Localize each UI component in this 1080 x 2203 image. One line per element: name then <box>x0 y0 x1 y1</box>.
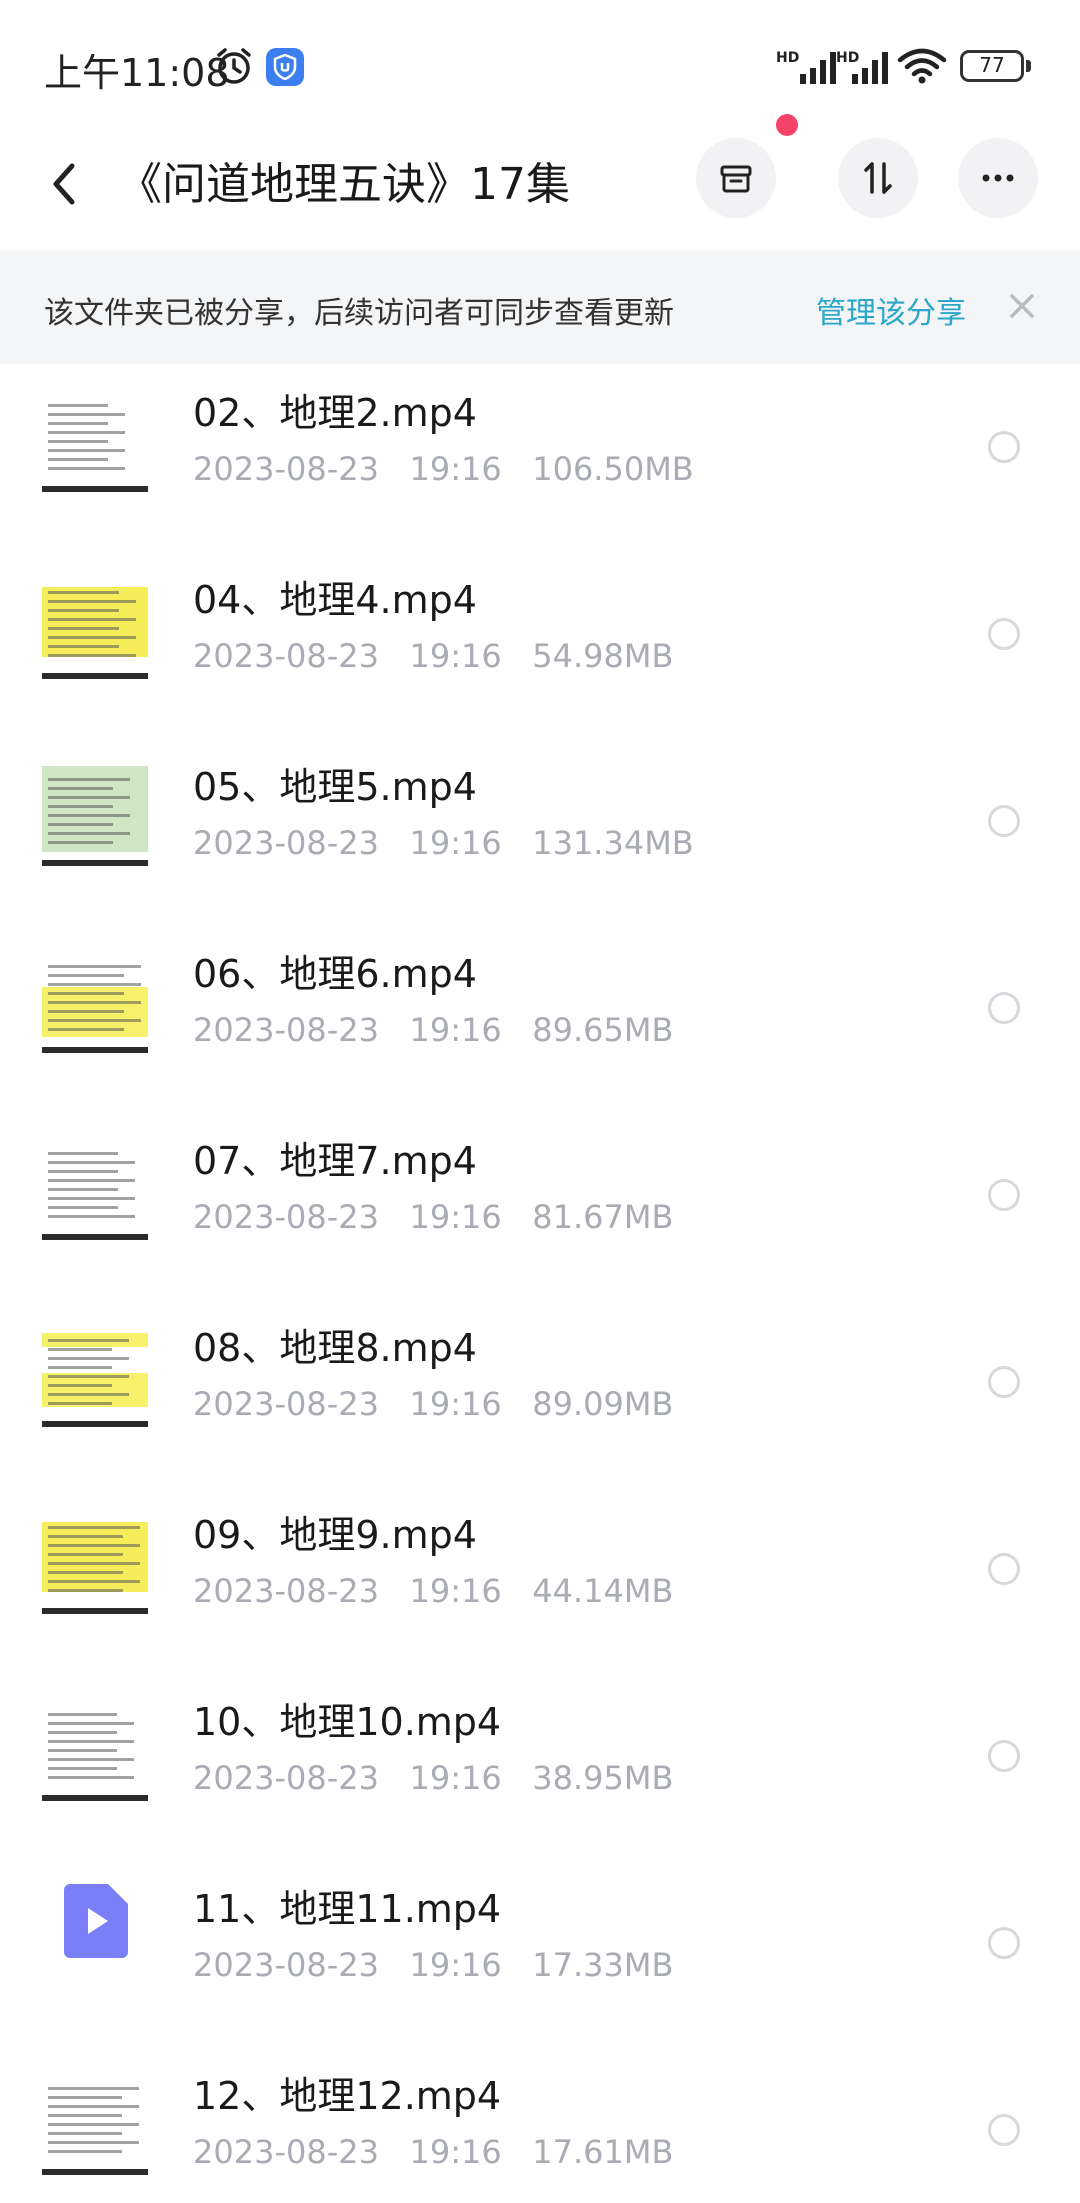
file-name: 10、地理10.mp4 <box>193 1700 502 1744</box>
more-options-button[interactable] <box>958 138 1038 218</box>
file-row[interactable]: 08、地理8.mp4 2023-08-23 19:16 89.09MB <box>0 1299 1080 1486</box>
sort-arrows-icon <box>864 162 892 194</box>
video-thumbnail <box>42 1321 148 1427</box>
wifi-icon <box>897 48 947 84</box>
video-file-icon <box>64 1884 128 1958</box>
file-row[interactable]: 02、地理2.mp4 2023-08-23 19:16 106.50MB <box>0 364 1080 551</box>
signal-strength-icon <box>800 52 836 84</box>
file-meta: 2023-08-23 19:16 17.33MB <box>193 1946 674 1984</box>
share-notice-text: 该文件夹已被分享，后续访问者可同步查看更新 <box>44 296 674 331</box>
manage-share-link[interactable]: 管理该分享 <box>816 288 966 332</box>
file-row[interactable]: 04、地理4.mp4 2023-08-23 19:16 54.98MB <box>0 551 1080 738</box>
select-checkbox[interactable] <box>988 1740 1020 1772</box>
file-meta: 2023-08-23 19:16 89.65MB <box>193 1011 674 1049</box>
file-name: 06、地理6.mp4 <box>193 952 477 996</box>
battery-level: 77 <box>979 53 1005 77</box>
file-row[interactable]: 10、地理10.mp4 2023-08-23 19:16 38.95MB <box>0 1673 1080 1860</box>
file-name: 07、地理7.mp4 <box>193 1139 477 1183</box>
file-row[interactable]: 05、地理5.mp4 2023-08-23 19:16 131.34MB <box>0 738 1080 925</box>
video-thumbnail <box>42 1508 148 1614</box>
file-meta: 2023-08-23 19:16 81.67MB <box>193 1198 674 1236</box>
file-name: 08、地理8.mp4 <box>193 1326 477 1370</box>
video-thumbnail <box>42 1134 148 1240</box>
select-checkbox[interactable] <box>988 1179 1020 1211</box>
signal-strength-icon-2 <box>852 52 888 84</box>
file-meta: 2023-08-23 19:16 44.14MB <box>193 1572 674 1610</box>
file-meta: 2023-08-23 19:16 131.34MB <box>193 824 694 862</box>
video-thumbnail <box>42 1695 148 1801</box>
file-meta: 2023-08-23 19:16 89.09MB <box>193 1385 674 1423</box>
file-row[interactable]: 07、地理7.mp4 2023-08-23 19:16 81.67MB <box>0 1112 1080 1299</box>
top-app-bar: 《问道地理五诀》17集 <box>0 130 1080 250</box>
file-row[interactable]: 06、地理6.mp4 2023-08-23 19:16 89.65MB <box>0 925 1080 1112</box>
select-checkbox[interactable] <box>988 1927 1020 1959</box>
file-name: 09、地理9.mp4 <box>193 1513 477 1557</box>
file-row[interactable]: 09、地理9.mp4 2023-08-23 19:16 44.14MB <box>0 1486 1080 1673</box>
file-row[interactable]: 11、地理11.mp4 2023-08-23 19:16 17.33MB <box>0 1860 1080 2047</box>
notification-dot <box>776 114 798 136</box>
file-meta: 2023-08-23 19:16 54.98MB <box>193 637 674 675</box>
archive-button[interactable] <box>696 138 776 218</box>
video-thumbnail <box>42 2069 148 2175</box>
file-name: 05、地理5.mp4 <box>193 765 477 809</box>
file-name: 02、地理2.mp4 <box>193 391 477 435</box>
file-row[interactable]: 12、地理12.mp4 2023-08-23 19:16 17.61MB <box>0 2047 1080 2203</box>
status-bar: 上午11:08 HD HD 77 <box>0 0 1080 130</box>
file-name: 12、地理12.mp4 <box>193 2074 502 2118</box>
file-meta: 2023-08-23 19:16 17.61MB <box>193 2133 674 2171</box>
share-notice-banner: 该文件夹已被分享，后续访问者可同步查看更新 管理该分享 <box>0 250 1080 364</box>
security-app-icon <box>266 48 304 86</box>
select-checkbox[interactable] <box>988 1553 1020 1585</box>
select-checkbox[interactable] <box>988 1366 1020 1398</box>
more-dots-icon <box>982 174 1014 182</box>
back-arrow-icon[interactable] <box>40 154 90 214</box>
close-icon[interactable] <box>1006 290 1038 322</box>
select-checkbox[interactable] <box>988 2114 1020 2146</box>
archive-box-icon <box>720 165 752 193</box>
file-name: 11、地理11.mp4 <box>193 1887 502 1931</box>
select-checkbox[interactable] <box>988 805 1020 837</box>
video-thumbnail <box>42 947 148 1053</box>
sort-button[interactable] <box>838 138 918 218</box>
status-time: 上午11:08 <box>44 51 230 95</box>
alarm-clock-icon <box>217 48 251 84</box>
video-thumbnail <box>42 386 148 492</box>
battery-indicator: 77 <box>960 50 1032 82</box>
video-thumbnail <box>42 760 148 866</box>
video-thumbnail <box>42 573 148 679</box>
page-title: 《问道地理五诀》17集 <box>118 159 570 210</box>
file-meta: 2023-08-23 19:16 38.95MB <box>193 1759 674 1797</box>
select-checkbox[interactable] <box>988 431 1020 463</box>
file-name: 04、地理4.mp4 <box>193 578 477 622</box>
select-checkbox[interactable] <box>988 992 1020 1024</box>
file-meta: 2023-08-23 19:16 106.50MB <box>193 450 694 488</box>
select-checkbox[interactable] <box>988 618 1020 650</box>
